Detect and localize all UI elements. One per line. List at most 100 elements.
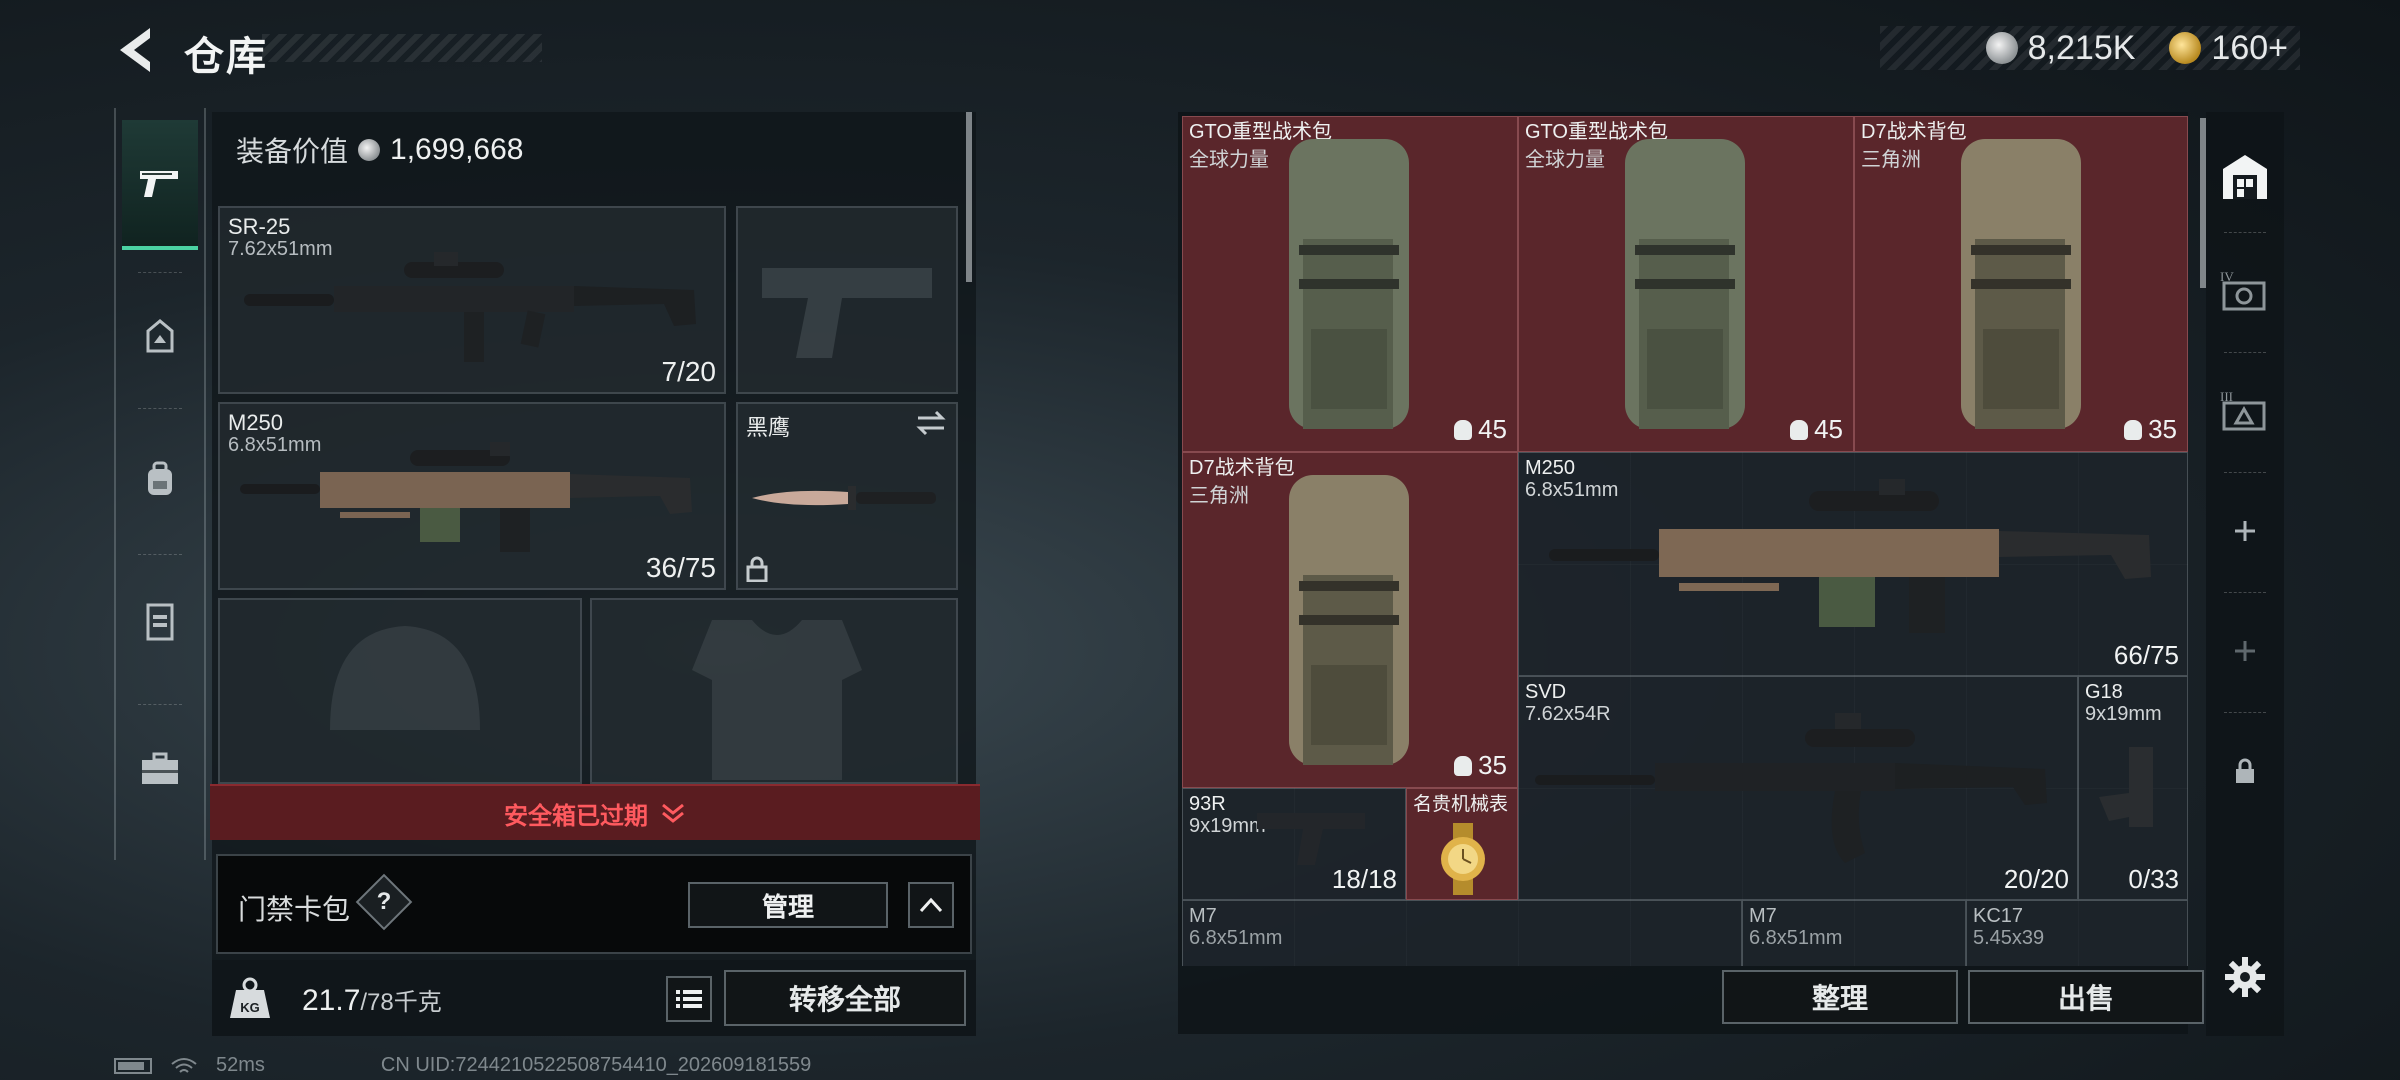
helmet-slot[interactable]	[218, 598, 582, 784]
lock-icon	[746, 556, 768, 582]
collapse-button[interactable]	[908, 882, 954, 928]
manage-button[interactable]: 管理	[688, 882, 888, 928]
storage-item-kc17[interactable]: KC17 5.45x39	[1966, 900, 2188, 966]
item-capacity: 45	[1454, 414, 1507, 445]
transfer-all-button[interactable]: 转移全部	[724, 970, 966, 1026]
help-icon: ?	[376, 888, 392, 915]
status-footer: 52ms CN UID:7244210522508754410_20260918…	[114, 1054, 811, 1077]
storage-tab-3[interactable]: III	[2216, 382, 2274, 440]
storage-grid: GTO重型战术包 全球力量 45 GTO重型战术包 全球力量 45 D7战术背包…	[1182, 116, 2188, 966]
category-rail	[114, 108, 206, 860]
item-ammo-count: 20/20	[2003, 864, 2069, 894]
lock-icon	[2236, 758, 2254, 783]
storage-item-g18[interactable]: G18 9x19mm 0/33	[2078, 676, 2188, 900]
backpack-image	[1289, 475, 1409, 765]
access-card-label: 门禁卡包	[238, 894, 351, 925]
safebox-expired-banner[interactable]: 安全箱已过期	[210, 784, 980, 840]
item-subtitle: 6.8x51mm	[1189, 927, 1283, 949]
chevron-up-icon	[919, 897, 943, 913]
add-storage-button-disabled[interactable]	[2216, 622, 2274, 680]
item-name: KC17	[1973, 905, 2024, 927]
swap-icon[interactable]	[914, 410, 948, 436]
sort-button[interactable]: 整理	[1722, 970, 1958, 1024]
locked-storage-slot[interactable]	[2216, 742, 2274, 800]
help-button[interactable]: ?	[355, 873, 413, 931]
tier-3-container-icon: III	[2220, 389, 2266, 431]
storage-item-gto-backpack-2[interactable]: GTO重型战术包 全球力量 45	[1518, 116, 1854, 452]
storage-item-d7-backpack-2[interactable]: D7战术背包 三角洲 35	[1182, 452, 1518, 788]
equipment-value-label: 装备价值	[236, 136, 349, 167]
rail-item-backpack[interactable]	[122, 414, 198, 544]
melee-name: 黑鹰	[746, 415, 791, 440]
rail-item-helmet[interactable]	[122, 272, 198, 402]
rail-item-case[interactable]	[122, 704, 198, 834]
rail-item-vest[interactable]	[122, 556, 198, 686]
item-subtitle: 6.8x51mm	[1749, 927, 1843, 949]
item-capacity: 45	[1790, 414, 1843, 445]
knife-image	[752, 486, 936, 510]
settings-button[interactable]	[2216, 948, 2274, 1006]
weight-max: /78千克	[360, 989, 442, 1016]
backpack-image	[1289, 139, 1409, 429]
pistol-slot[interactable]	[736, 206, 958, 394]
weight-readout: 21.7/78千克	[302, 982, 442, 1018]
weight-kg-icon: KG	[230, 977, 270, 1018]
storage-item-d7-backpack-1[interactable]: D7战术背包 三角洲 35	[1854, 116, 2188, 452]
item-subtitle: 三角洲	[1861, 149, 1921, 171]
storage-item-svd[interactable]: SVD 7.62x54R 20/20	[1518, 676, 2078, 900]
93r-pistol-image	[1257, 813, 1365, 865]
m250-machinegun-image	[240, 442, 692, 552]
add-storage-button[interactable]	[2216, 502, 2274, 560]
currency-gold[interactable]: 160+	[2211, 29, 2288, 68]
item-subtitle: 全球力量	[1525, 149, 1605, 171]
melee-slot[interactable]: 黑鹰	[736, 402, 958, 590]
back-button[interactable]	[112, 22, 160, 78]
backpack-capacity-icon	[1454, 419, 1473, 440]
silver-coin-icon	[1985, 32, 2018, 64]
svg-text:KG: KG	[240, 1000, 260, 1015]
item-name: 93R	[1189, 793, 1226, 815]
plus-icon	[2235, 521, 2255, 541]
armor-slot[interactable]	[590, 598, 958, 784]
chevron-down-icon	[662, 803, 684, 823]
weight-current: 21.7	[302, 984, 361, 1017]
storage-tabs-rail: IV III	[2206, 112, 2284, 1036]
backpack-image	[1625, 139, 1745, 429]
equipment-value-amount: 1,699,668	[390, 133, 524, 166]
gold-coin-icon	[2169, 32, 2202, 64]
currency-bar: 8,215K 160+	[1880, 26, 2300, 70]
item-subtitle: 三角洲	[1189, 485, 1249, 507]
currency-silver: 8,215K	[2027, 28, 2136, 67]
sell-button[interactable]: 出售	[1968, 970, 2204, 1024]
primary-weapon-slot[interactable]: SR-25 7.62x51mm 7/20	[218, 206, 726, 394]
storage-item-m7-1[interactable]: M7 6.8x51mm	[1182, 900, 1742, 966]
gold-watch-image	[1441, 823, 1485, 895]
storage-item-m7-2[interactable]: M7 6.8x51mm	[1742, 900, 1966, 966]
g18-pistol-image	[2099, 747, 2153, 827]
item-name: M7	[1749, 905, 1777, 927]
warehouse-icon	[2223, 155, 2267, 199]
secondary-weapon-slot[interactable]: M250 6.8x51mm 36/75	[218, 402, 726, 590]
equipment-value: 装备价值 1,699,668	[236, 130, 523, 170]
backpack-icon	[148, 461, 172, 495]
storage-item-93r[interactable]: 93R 9x19mm 18/18	[1182, 788, 1406, 900]
pistol-icon	[140, 171, 178, 197]
rail-item-weapons[interactable]	[122, 120, 198, 250]
tier-4-container-icon: IV	[2220, 269, 2266, 311]
storage-item-luxury-watch[interactable]: 名贵机械表	[1406, 788, 1518, 900]
battery-icon	[114, 1057, 152, 1074]
helmet-placeholder-icon	[330, 626, 480, 730]
storage-tab-main[interactable]	[2216, 148, 2274, 206]
storage-item-gto-backpack-1[interactable]: GTO重型战术包 全球力量 45	[1182, 116, 1518, 452]
list-view-button[interactable]	[666, 976, 712, 1022]
access-card-pack: 门禁卡包 ? 管理	[216, 854, 972, 954]
storage-tab-4[interactable]: IV	[2216, 262, 2274, 320]
m250-machinegun-image	[1549, 479, 2151, 633]
equipment-scrollbar[interactable]	[966, 112, 972, 282]
weight-bar: KG 21.7/78千克 转移全部	[212, 960, 976, 1036]
silver-coin-icon	[358, 139, 381, 161]
item-ammo-count: 18/18	[1331, 864, 1397, 894]
storage-item-m250[interactable]: M250 6.8x51mm 66/75	[1518, 452, 2188, 676]
item-name: M7	[1189, 905, 1217, 927]
item-name: 名贵机械表	[1413, 794, 1509, 815]
